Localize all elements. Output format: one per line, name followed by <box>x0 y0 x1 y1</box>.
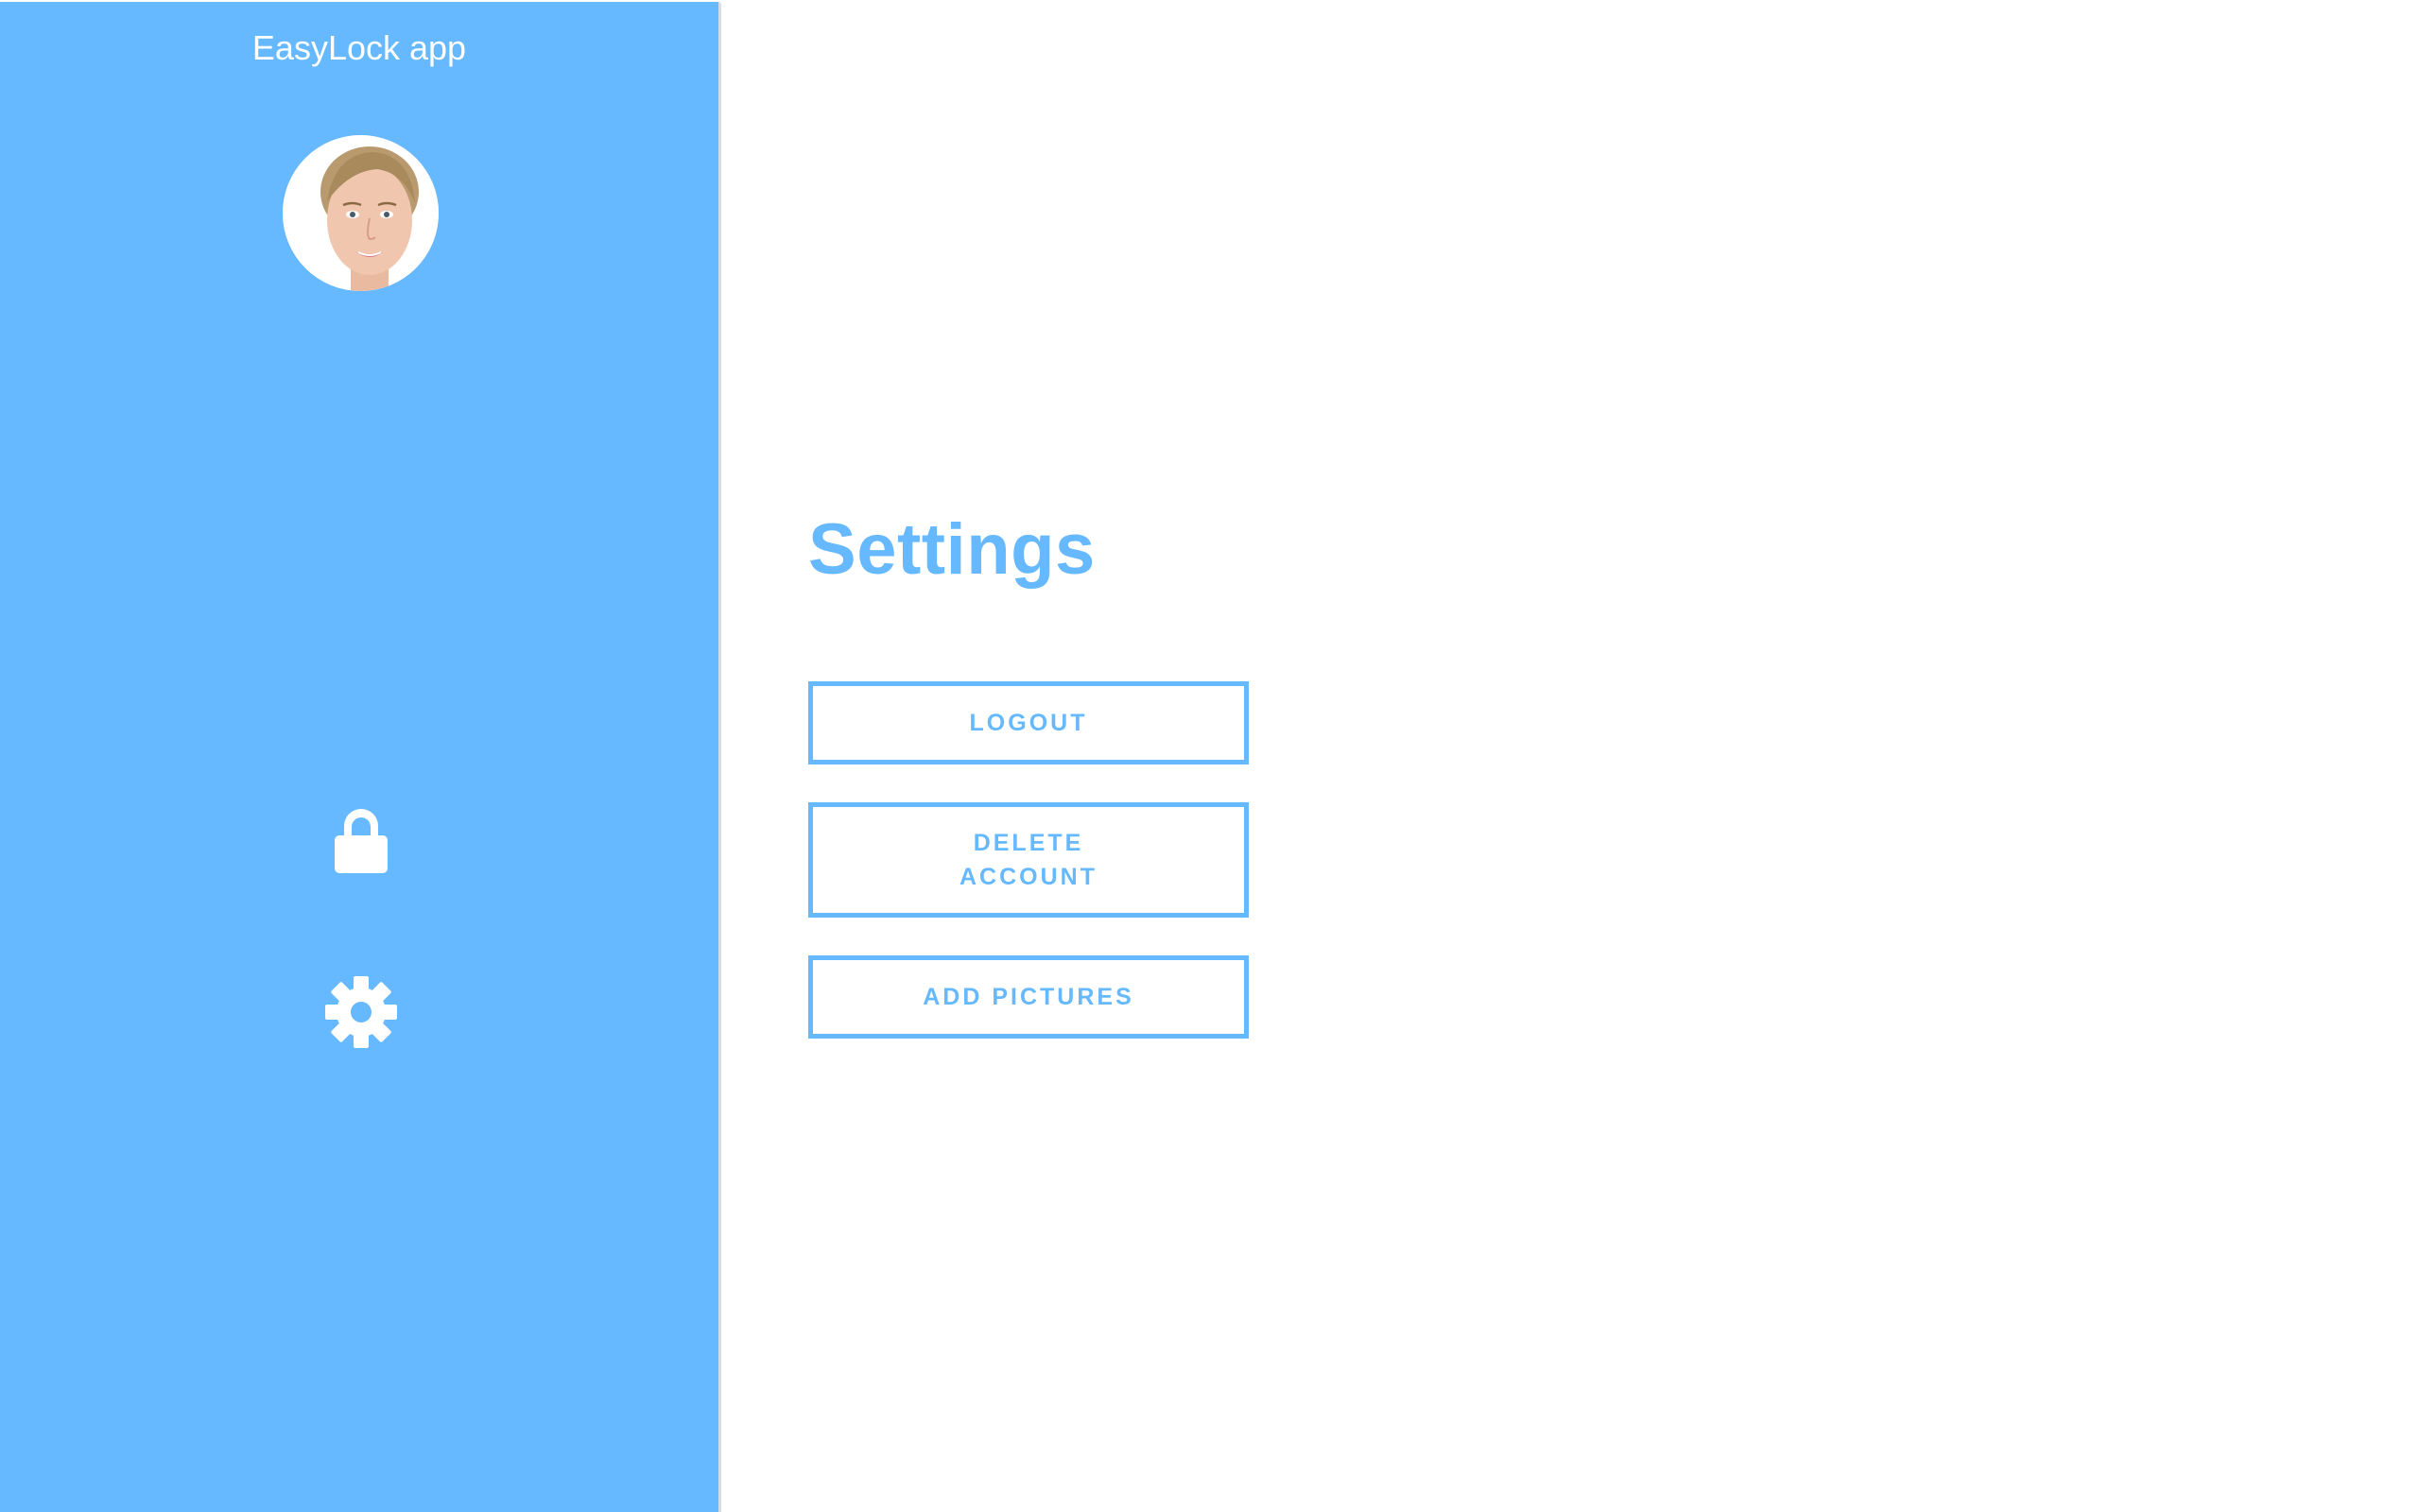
avatar[interactable] <box>283 135 439 291</box>
add-pictures-button-label: ADD PICTURES <box>923 984 1134 1010</box>
page-title: Settings <box>808 509 1096 590</box>
delete-account-button[interactable]: DELETE ACCOUNT <box>808 802 1249 918</box>
logout-button-label: LOGOUT <box>969 710 1088 736</box>
delete-account-button-label: DELETE ACCOUNT <box>959 830 1098 890</box>
lock-icon[interactable] <box>321 801 401 881</box>
user-avatar-image <box>283 135 439 291</box>
app-title: EasyLock app <box>251 28 467 67</box>
gear-icon[interactable] <box>321 972 401 1052</box>
app-window: EasyLock app Settings LOGOUT DELETE ACCO… <box>0 0 2420 1512</box>
logout-button[interactable]: LOGOUT <box>808 681 1249 765</box>
settings-panel: Settings LOGOUT DELETE ACCOUNT ADD PICTU… <box>724 0 2420 1512</box>
sidebar: EasyLock app <box>0 2 721 1512</box>
add-pictures-button[interactable]: ADD PICTURES <box>808 955 1249 1039</box>
